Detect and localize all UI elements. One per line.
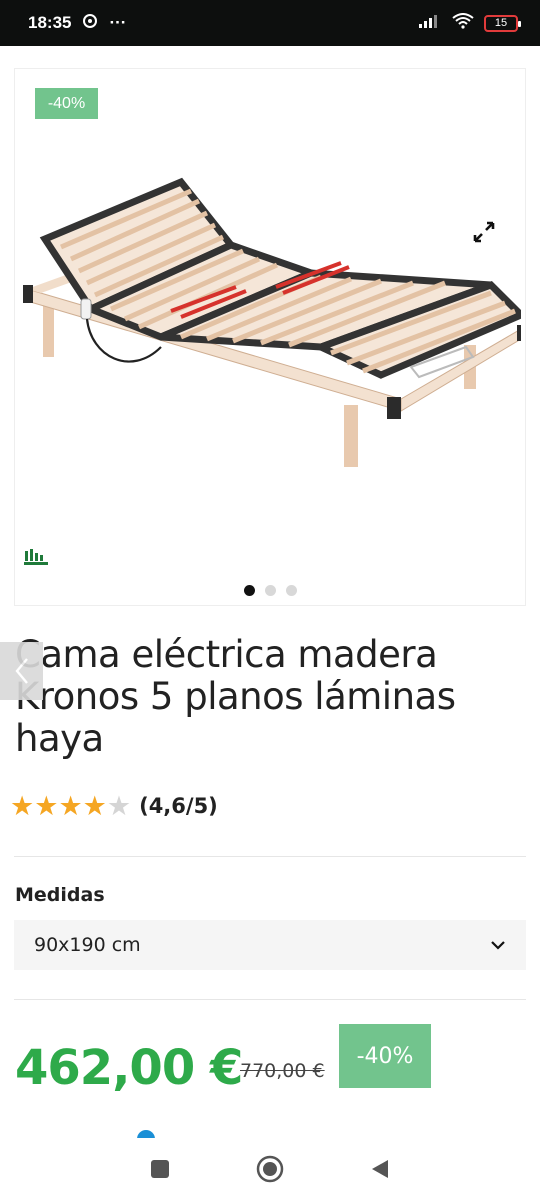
back-nav-icon[interactable] [369, 1158, 391, 1180]
home-icon[interactable] [256, 1155, 284, 1183]
gallery-pagination [15, 585, 525, 596]
status-time: 18:35 [28, 13, 72, 32]
system-nav-bar [0, 1138, 540, 1200]
rating-text: (4,6/5) [139, 794, 218, 818]
signal-icon [418, 13, 442, 34]
current-price: 462,00 € [15, 1040, 243, 1096]
size-selected-value: 90x190 cm [34, 934, 141, 956]
status-bar: 18:35 ··· 15 [0, 0, 540, 46]
star-icon: ★ [10, 791, 35, 821]
chevron-down-icon [491, 941, 505, 950]
product-title: Cama eléctrica madera Kronos 5 planos lá… [15, 633, 456, 760]
star-icon: ★ [82, 791, 107, 821]
size-select[interactable]: 90x190 cm [14, 920, 526, 970]
star-icon: ★ [34, 791, 59, 821]
discount-tag: -40% [35, 88, 98, 119]
bed-slats [39, 177, 521, 379]
gallery-dot-2[interactable] [264, 585, 276, 596]
info-row-cut [15, 1126, 195, 1138]
divider [14, 999, 526, 1000]
brand-logo-icon [24, 549, 48, 565]
chevron-left-icon [14, 658, 28, 684]
battery-level: 15 [494, 17, 508, 29]
gallery-dot-3[interactable] [285, 585, 297, 596]
battery-icon: 15 [484, 14, 521, 32]
settings-icon [81, 12, 99, 35]
more-notifications: ··· [109, 13, 127, 32]
old-price: 770,00 € [240, 1060, 325, 1082]
recent-apps-icon[interactable] [149, 1158, 171, 1180]
product-rating[interactable]: ★ ★ ★ ★ ★ (4,6/5) [10, 792, 218, 820]
back-button[interactable] [0, 642, 43, 700]
product-image[interactable] [21, 177, 521, 477]
star-empty-icon: ★ [106, 791, 132, 821]
divider [14, 856, 526, 857]
discount-badge: -40% [339, 1024, 431, 1088]
product-gallery[interactable]: -40% [14, 68, 526, 606]
size-label: Medidas [15, 884, 105, 906]
star-icon: ★ [58, 791, 83, 821]
wifi-icon [452, 12, 474, 34]
gallery-dot-1[interactable] [243, 585, 255, 596]
